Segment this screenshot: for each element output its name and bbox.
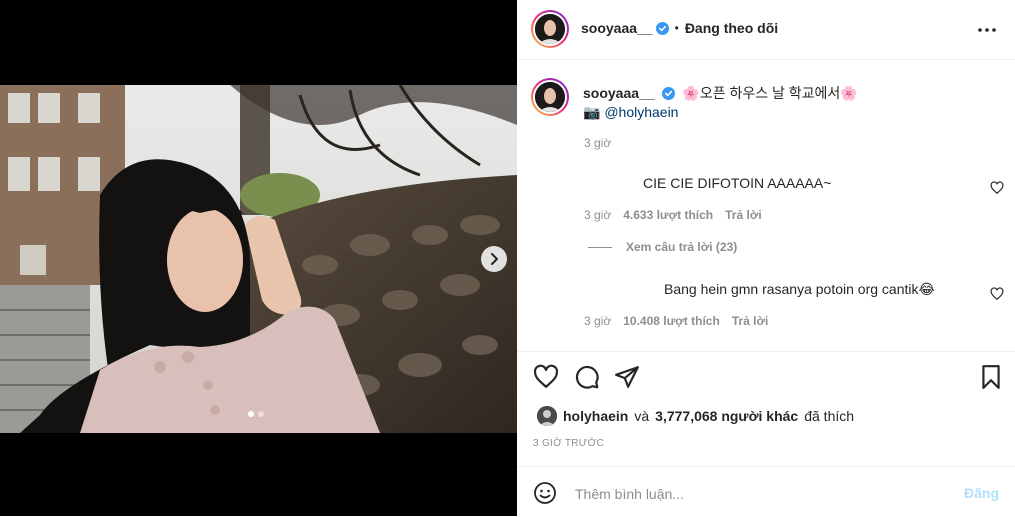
comment-likes[interactable]: 10.408 lượt thích (623, 314, 720, 328)
carousel-indicator (248, 411, 264, 417)
comment-meta: 3 giờ 10.408 lượt thích Trả lời (584, 314, 768, 328)
bookmark-icon[interactable] (978, 364, 1004, 390)
post-photo (0, 85, 517, 433)
more-icon (978, 28, 996, 32)
carousel-dot (258, 411, 264, 417)
post-header: sooyaaa__ • Đang theo dõi (517, 0, 1015, 60)
chevron-right-icon (491, 253, 498, 265)
view-replies-label: Xem câu trả lời (23) (626, 240, 738, 254)
carousel-next-button[interactable] (481, 246, 507, 272)
caption-mention[interactable]: 📷 @holyhaein (583, 103, 993, 122)
header-separator: • (674, 21, 679, 35)
verified-icon (655, 21, 669, 35)
liker-avatar[interactable] (537, 406, 557, 426)
author-username[interactable]: sooyaaa__ (581, 20, 653, 36)
emoji-icon[interactable] (533, 481, 557, 505)
likes-connector: và (634, 408, 650, 424)
comment-meta: 3 giờ 4.633 lượt thích Trả lời (584, 208, 762, 222)
likes-others[interactable]: 3,777,068 người khác (655, 408, 798, 424)
media-panel (0, 0, 517, 516)
verified-icon (661, 87, 675, 100)
post-caption: sooyaaa__ 🌸오픈 하우스 날 학교에서🌸 📷 @holyhaein (583, 84, 993, 122)
share-icon[interactable] (614, 364, 640, 390)
post-side-panel: sooyaaa__ • Đang theo dõi sooyaaa__ 🌸오픈 … (517, 0, 1015, 516)
add-comment-bar: Đăng (517, 466, 1015, 517)
post-comment-button[interactable]: Đăng (964, 485, 999, 501)
caption-username[interactable]: sooyaaa__ (583, 85, 655, 101)
reply-button[interactable]: Trả lời (732, 314, 769, 328)
comment-input[interactable] (573, 481, 937, 507)
following-button[interactable]: Đang theo dõi (685, 20, 778, 36)
liker-username[interactable]: holyhaein (563, 408, 628, 424)
comment-text: Bang hein gmn rasanya potoin org cantik😂 (664, 281, 935, 297)
caption-avatar[interactable] (531, 78, 569, 116)
reply-button[interactable]: Trả lời (725, 208, 762, 222)
view-replies-button[interactable]: Xem câu trả lời (23) (588, 240, 737, 254)
comment-time: 3 giờ (584, 314, 612, 328)
comment-icon[interactable] (574, 364, 600, 390)
carousel-dot-active (248, 411, 254, 417)
likes-summary: holyhaein và 3,777,068 người khác đã thí… (537, 406, 854, 426)
action-bar (517, 351, 1015, 402)
caption-text: 🌸오픈 하우스 날 학교에서🌸 (682, 85, 858, 101)
replies-divider (588, 246, 612, 248)
more-options-button[interactable] (975, 18, 999, 42)
heart-icon[interactable] (533, 364, 559, 390)
heart-icon[interactable] (990, 287, 1004, 301)
instagram-post-view: sooyaaa__ • Đang theo dõi sooyaaa__ 🌸오픈 … (0, 0, 1015, 516)
likes-suffix: đã thích (804, 408, 855, 424)
comment-time: 3 giờ (584, 208, 612, 222)
caption-time: 3 giờ (584, 136, 612, 150)
comment-text: CIE CIE DIFOTOIN AAAAAA~ (643, 175, 832, 191)
post-time-ago: 3 GIỜ TRƯỚC (533, 438, 605, 449)
heart-icon[interactable] (990, 181, 1004, 195)
comment-likes[interactable]: 4.633 lượt thích (623, 208, 713, 222)
author-avatar[interactable] (531, 10, 569, 48)
